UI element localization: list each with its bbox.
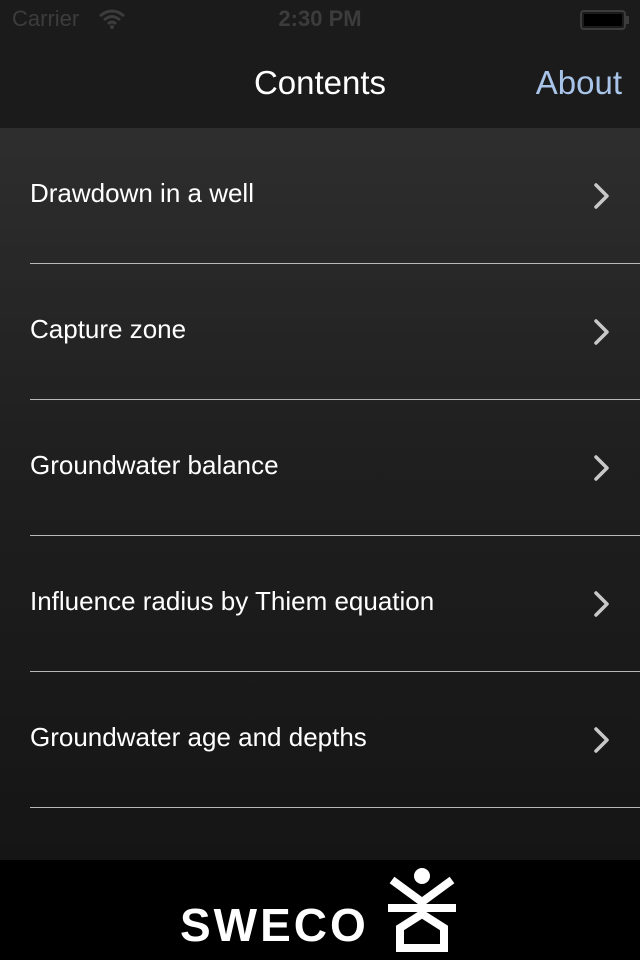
row-separator xyxy=(30,807,640,808)
chevron-right-icon xyxy=(594,319,609,345)
app-screen: Carrier 2:30 PM Contents About Drawdown … xyxy=(0,0,640,960)
sweco-logo-icon xyxy=(388,868,456,952)
list-item-drawdown[interactable]: Drawdown in a well xyxy=(0,128,640,264)
list-item-label: Drawdown in a well xyxy=(30,178,254,208)
battery-icon xyxy=(580,10,629,30)
list-item-capture-zone[interactable]: Capture zone xyxy=(0,264,640,400)
navigation-bar: Contents About xyxy=(0,40,640,128)
status-time: 2:30 PM xyxy=(278,6,362,31)
contents-list: Drawdown in a well Capture zone Groundwa… xyxy=(0,128,640,860)
status-bar: Carrier 2:30 PM xyxy=(0,0,640,40)
list-item-influence-radius[interactable]: Influence radius by Thiem equation xyxy=(0,536,640,672)
list-item-groundwater-age[interactable]: Groundwater age and depths xyxy=(0,672,640,808)
list-item-label: Groundwater age and depths xyxy=(30,722,367,752)
brand-name: SWECO xyxy=(180,899,369,951)
chevron-right-icon xyxy=(594,455,609,481)
list-item-label: Groundwater balance xyxy=(30,450,279,480)
chevron-right-icon xyxy=(594,727,609,753)
chevron-right-icon xyxy=(594,591,609,617)
chevron-right-icon xyxy=(594,183,609,209)
list-item-label: Capture zone xyxy=(30,314,187,344)
list-item-label: Influence radius by Thiem equation xyxy=(30,586,435,616)
footer-brand-bar: SWECO xyxy=(0,860,640,960)
list-item-groundwater-balance[interactable]: Groundwater balance xyxy=(0,400,640,536)
about-button[interactable]: About xyxy=(536,64,622,102)
